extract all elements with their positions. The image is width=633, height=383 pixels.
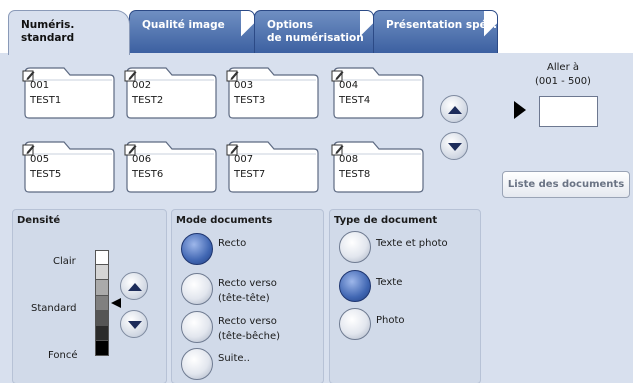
- folder-icon: [126, 141, 217, 193]
- density-lighter-button[interactable]: [120, 272, 148, 300]
- triangle-down-icon: [448, 143, 462, 151]
- tab-image-quality[interactable]: Qualité image: [129, 10, 255, 54]
- tab-scan-options-label: Options: [267, 19, 313, 31]
- triangle-up-icon: [128, 283, 142, 291]
- document-type-title: Type de document: [334, 215, 438, 226]
- folder-icon: [333, 141, 424, 193]
- document-mode-radio[interactable]: [181, 233, 213, 265]
- goto-range: (001 - 500): [535, 76, 591, 87]
- pointer-arrow-icon: [514, 101, 526, 119]
- density-level-cell: [95, 295, 109, 311]
- document-mode-radio-label: Suite..: [218, 351, 250, 366]
- folder-icon: [24, 67, 115, 119]
- folder-button[interactable]: 002 TEST2: [124, 65, 218, 120]
- folder-button[interactable]: 004 TEST4: [331, 65, 425, 120]
- tab-scan-options[interactable]: Options de numérisation: [254, 10, 374, 54]
- scroll-up-button[interactable]: [440, 95, 468, 123]
- density-standard-label: Standard: [31, 303, 77, 314]
- folder-number: 002: [132, 80, 152, 91]
- document-type-radio-label-line1: Texte: [376, 277, 403, 288]
- folder-number: 003: [234, 80, 254, 91]
- tab-standard-scan-label: Numéris. standard: [21, 19, 75, 44]
- document-mode-radio-label: Recto verso (tête-tête): [218, 276, 277, 306]
- density-dark-label: Foncé: [48, 350, 78, 361]
- scroll-down-button[interactable]: [440, 132, 468, 160]
- document-type-radio[interactable]: [339, 308, 371, 340]
- folder-icon: [228, 141, 319, 193]
- goto-label: Aller à (001 - 500): [508, 61, 618, 89]
- folder-icon: [24, 141, 115, 193]
- folder-name: TEST2: [132, 95, 164, 106]
- density-title: Densité: [17, 215, 61, 226]
- document-type-radio-label: Texte et photo: [376, 236, 448, 251]
- density-scale: [95, 250, 109, 357]
- folder-number: 004: [339, 80, 359, 91]
- document-mode-radio-label-line1: Recto verso: [218, 278, 277, 289]
- document-mode-radio-label: Recto: [218, 236, 246, 251]
- document-mode-radio-label-line2: (tête-bêche): [218, 331, 281, 342]
- folder-button[interactable]: 007 TEST7: [226, 139, 320, 194]
- folder-button[interactable]: 005 TEST5: [22, 139, 116, 194]
- density-level-cell: [95, 341, 109, 357]
- folder-number: 008: [339, 154, 359, 165]
- folder-name: TEST8: [339, 169, 371, 180]
- document-type-group: Type de document Texte et photo Texte Phot…: [329, 209, 481, 383]
- document-mode-title: Mode documents: [176, 215, 273, 226]
- folder-button[interactable]: 001 TEST1: [22, 65, 116, 120]
- document-type-radio[interactable]: [339, 231, 371, 263]
- folder-button[interactable]: 008 TEST8: [331, 139, 425, 194]
- folder-number: 007: [234, 154, 254, 165]
- density-level-cell: [95, 280, 109, 296]
- document-mode-radio-label-line1: Recto: [218, 238, 247, 249]
- folder-icon: [126, 67, 217, 119]
- folder-icon: [228, 67, 319, 119]
- document-list-button[interactable]: Liste des documents: [502, 171, 630, 198]
- folder-name: TEST7: [234, 169, 266, 180]
- folder-name: TEST6: [132, 169, 164, 180]
- folder-button[interactable]: 003 TEST3: [226, 65, 320, 120]
- document-type-radio[interactable]: [339, 270, 371, 302]
- document-mode-radio-label: Recto verso (tête-bêche): [218, 314, 280, 344]
- document-mode-radio-label-line1: Suite..: [218, 353, 250, 364]
- triangle-down-icon: [128, 321, 142, 329]
- document-mode-radio-label-line2: (tête-tête): [218, 293, 270, 304]
- folder-icon: [333, 67, 424, 119]
- tab-bar: Options de numérisation Présentation spé…: [0, 0, 633, 55]
- folder-name: TEST3: [234, 95, 266, 106]
- density-level-cell: [95, 310, 109, 326]
- folder-number: 006: [132, 154, 152, 165]
- folder-name: TEST1: [30, 95, 62, 106]
- tab-standard-scan[interactable]: Numéris. standard: [8, 10, 130, 55]
- main-panel: 001 TEST1 002 TEST2 003 TEST3 004 TEST4 005 TEST5…: [0, 53, 633, 383]
- density-level-cell: [95, 325, 109, 342]
- density-level-cell: [95, 250, 109, 266]
- density-light-label: Clair: [53, 256, 76, 267]
- document-mode-radio[interactable]: [181, 348, 213, 380]
- goto-title: Aller à: [547, 62, 579, 73]
- document-mode-radio[interactable]: [181, 311, 213, 343]
- tab-scan-options-label-line2: de numérisation: [267, 32, 364, 44]
- document-type-radio-label-line1: Texte et photo: [376, 238, 448, 249]
- folder-number: 005: [30, 154, 50, 165]
- density-level-cell: [95, 265, 109, 281]
- document-mode-radio[interactable]: [181, 273, 213, 305]
- document-type-radio-label-line1: Photo: [376, 315, 405, 326]
- folder-name: TEST4: [339, 95, 371, 106]
- tab-special-layout[interactable]: Présentation spéc.: [373, 10, 498, 54]
- density-group: Densité Clair Standard Foncé: [12, 209, 167, 383]
- document-mode-radio-label-line1: Recto verso: [218, 316, 277, 327]
- tab-image-quality-label: Qualité image: [142, 19, 225, 31]
- document-type-radio-label: Texte: [376, 275, 402, 290]
- goto-input[interactable]: [539, 96, 598, 127]
- folder-number: 001: [30, 80, 50, 91]
- density-darker-button[interactable]: [120, 310, 148, 338]
- folder-name: TEST5: [30, 169, 62, 180]
- document-mode-group: Mode documents Recto Recto verso (tête-têt…: [171, 209, 324, 383]
- density-pointer-icon: [111, 298, 121, 309]
- folder-button[interactable]: 006 TEST6: [124, 139, 218, 194]
- triangle-up-icon: [448, 106, 462, 114]
- tab-special-layout-label: Présentation spéc.: [386, 19, 498, 31]
- document-type-radio-label: Photo: [376, 313, 405, 328]
